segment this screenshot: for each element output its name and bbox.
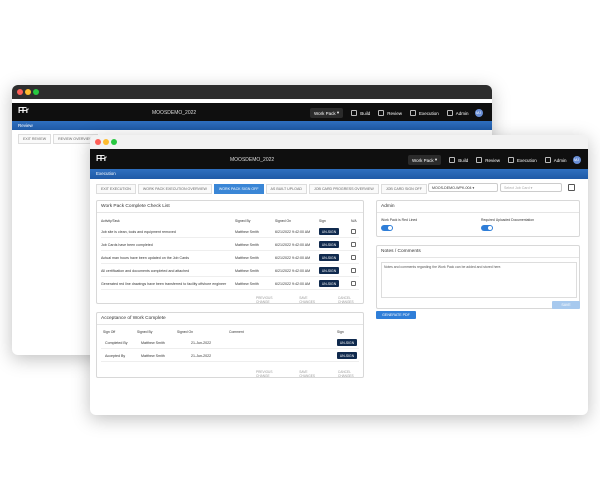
table-row: Actual man hours have been updated on th… — [101, 252, 359, 264]
checklist-footer: PREVIOUS CHANGE SAVE CHANGES CANCEL CHAN… — [253, 295, 363, 305]
acceptance-title: Acceptance of Work Complete — [97, 313, 363, 325]
redlined-label: Work Pack is Red Lined — [381, 218, 418, 222]
notes-save-button[interactable]: SAVE — [552, 301, 580, 309]
admin-panel: Admin Work Pack is Red Lined Required Up… — [376, 200, 580, 237]
unsign-button[interactable]: UN-SIGN — [319, 241, 339, 248]
na-checkbox[interactable] — [351, 281, 356, 286]
col-signed-by: Signed By — [235, 219, 251, 223]
na-checkbox[interactable] — [351, 242, 356, 247]
tab-job-card-sign-off[interactable]: JOB CARD SIGN OFF — [380, 184, 427, 194]
table-row: Job site is clean, tools and equipment r… — [101, 226, 359, 238]
table-row: Accepted By Matthew Smith 21-Jun-2022 UN… — [101, 350, 359, 362]
nav-admin[interactable]: Admin — [544, 157, 567, 163]
window-chrome — [90, 135, 588, 149]
app-logo: FFr — [18, 106, 29, 115]
minimize-dot-icon[interactable] — [103, 139, 109, 145]
save-changes-button[interactable]: SAVE CHANGES — [296, 369, 321, 379]
admin-title: Admin — [377, 201, 579, 213]
avatar[interactable]: MJ — [474, 109, 483, 117]
close-dot-icon[interactable] — [95, 139, 101, 145]
top-nav-bar: FFr MOOSDEMO_2022 Work Pack ▾ Build Revi… — [12, 103, 492, 121]
project-name: MOOSDEMO_2022 — [152, 110, 197, 116]
build-icon — [351, 110, 358, 116]
acceptance-panel: Acceptance of Work Complete Sign Off Sig… — [96, 312, 364, 378]
app-logo: FFr — [96, 154, 107, 163]
tab-exit-execution[interactable]: EXIT EXECUTION — [96, 184, 136, 194]
col-signed-by: Signed By — [137, 330, 153, 334]
col-na: N/A — [351, 219, 357, 223]
na-checkbox[interactable] — [351, 268, 356, 273]
nav-build[interactable]: Build — [351, 110, 370, 116]
col-signed-on: Signed On — [275, 219, 292, 223]
maximize-dot-icon[interactable] — [111, 139, 117, 145]
table-row: Completed By Matthew Smith 21-Jun-2022 U… — [101, 337, 359, 349]
build-icon — [449, 157, 456, 163]
col-sign: Sign — [337, 330, 344, 334]
nav-build[interactable]: Build — [449, 157, 468, 163]
notes-title: Notes / Comments — [377, 246, 579, 258]
close-dot-icon[interactable] — [17, 89, 23, 95]
required-docs-toggle[interactable] — [481, 225, 493, 231]
shield-icon — [446, 110, 453, 116]
tab-exit-review[interactable]: EXIT REVIEW — [18, 134, 52, 144]
section-bar: Review — [12, 121, 492, 130]
redlined-toggle[interactable] — [381, 225, 393, 231]
front-window: FFr MOOSDEMO_2022 Work Pack ▾ Build Revi… — [90, 135, 588, 415]
checklist-title: Work Pack Complete Check List — [97, 201, 363, 213]
notes-textarea[interactable]: Notes and comments regarding the Work Pa… — [381, 262, 577, 298]
nav-admin[interactable]: Admin — [446, 110, 469, 116]
save-changes-button[interactable]: SAVE CHANGES — [296, 295, 321, 305]
unsign-button[interactable]: UN-SIGN — [319, 280, 339, 287]
tab-work-pack-execution-overview[interactable]: WORK PACK EXECUTION OVERVIEW — [137, 184, 212, 194]
print-icon[interactable] — [568, 184, 575, 191]
work-pack-menu[interactable]: Work Pack ▾ — [408, 155, 442, 165]
minimize-dot-icon[interactable] — [25, 89, 31, 95]
unsign-button[interactable]: UN-SIGN — [337, 339, 357, 346]
table-row: Generated red line drawings have been tr… — [101, 278, 359, 290]
unsign-button[interactable]: UN-SIGN — [319, 254, 339, 261]
na-checkbox[interactable] — [351, 229, 356, 234]
col-comment: Comment — [229, 330, 244, 334]
col-task: Activity/Task — [101, 219, 120, 223]
section-bar: Execution — [90, 169, 588, 179]
nav-review[interactable]: Review — [378, 110, 402, 116]
workpack-select[interactable]: MOOS-DEMO-WPK-004 ▾ — [428, 183, 498, 192]
table-row: Job Cards have been completed Matthew Sm… — [101, 239, 359, 251]
previous-change-button[interactable]: PREVIOUS CHANGE — [253, 369, 282, 379]
jobcard-select[interactable]: Select Job Card ▾ — [500, 183, 562, 192]
tab-as-built-upload[interactable]: AS BUILT UPLOAD — [265, 184, 307, 194]
tab-job-card-progress-overview[interactable]: JOB CARD PROGRESS OVERVIEW — [308, 184, 379, 194]
acceptance-footer: PREVIOUS CHANGE SAVE CHANGES CANCEL CHAN… — [253, 369, 363, 379]
nav-execution[interactable]: Execution — [507, 157, 537, 163]
work-pack-menu[interactable]: Work Pack ▾ — [310, 108, 344, 118]
generate-pdf-button[interactable]: GENERATE PDF — [376, 311, 416, 319]
col-sign-off: Sign Off — [103, 330, 116, 334]
checklist-panel: Work Pack Complete Check List Activity/T… — [96, 200, 364, 304]
nav-review[interactable]: Review — [476, 157, 500, 163]
col-sign: Sign — [319, 219, 326, 223]
project-name: MOOSDEMO_2022 — [230, 157, 275, 163]
top-nav-bar: FFr MOOSDEMO_2022 Work Pack ▾ Build Revi… — [90, 149, 588, 169]
unsign-button[interactable]: UN-SIGN — [319, 267, 339, 274]
review-icon — [476, 157, 483, 163]
window-chrome — [12, 85, 492, 99]
previous-change-button[interactable]: PREVIOUS CHANGE — [253, 295, 282, 305]
maximize-dot-icon[interactable] — [33, 89, 39, 95]
avatar[interactable]: MJ — [572, 156, 581, 164]
cancel-changes-button[interactable]: CANCEL CHANGES — [335, 369, 363, 379]
review-icon — [378, 110, 385, 116]
col-signed-on: Signed On — [177, 330, 194, 334]
cancel-changes-button[interactable]: CANCEL CHANGES — [335, 295, 363, 305]
unsign-button[interactable]: UN-SIGN — [319, 228, 339, 235]
tab-work-pack-sign-off[interactable]: WORK PACK SIGN OFF — [213, 184, 264, 194]
notes-panel: Notes / Comments Notes and comments rega… — [376, 245, 580, 309]
required-docs-label: Required Uploaded Documentation — [481, 218, 534, 222]
na-checkbox[interactable] — [351, 255, 356, 260]
shield-icon — [544, 157, 551, 163]
unsign-button[interactable]: UN-SIGN — [337, 352, 357, 359]
execution-icon — [409, 110, 416, 116]
execution-icon — [507, 157, 514, 163]
nav-execution[interactable]: Execution — [409, 110, 439, 116]
table-row: All certification and documents complete… — [101, 265, 359, 277]
